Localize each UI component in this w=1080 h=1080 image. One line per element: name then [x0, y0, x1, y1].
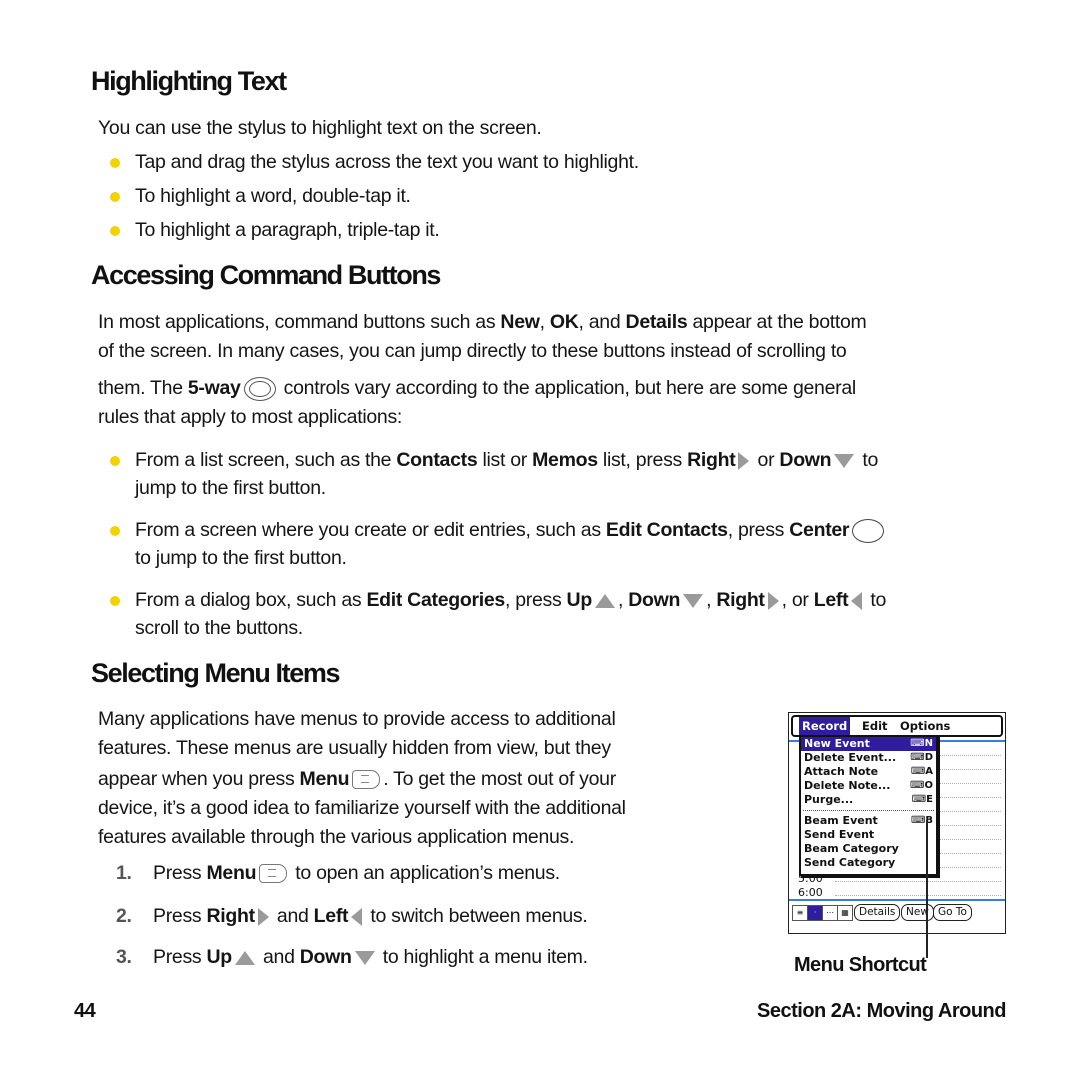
menu-item-send-category[interactable]: Send Category — [801, 856, 936, 870]
bullet-icon — [110, 456, 120, 466]
down-arrow-icon — [354, 950, 375, 965]
heading-command-buttons: Accessing Command Buttons — [91, 260, 441, 290]
menu-item-send-event[interactable]: Send Event — [801, 828, 936, 842]
time-label: 6:00 — [798, 886, 823, 899]
page-number: 44 — [74, 1000, 96, 1022]
bullet-icon — [110, 158, 120, 168]
command-buttons-paragraph: In most applications, command buttons su… — [98, 311, 867, 428]
up-arrow-icon — [594, 593, 615, 608]
intro-paragraph: You can use the stylus to highlight text… — [98, 117, 542, 139]
list-item: Tap and drag the stylus across the text … — [110, 148, 1010, 176]
menu-edit[interactable]: Edit — [859, 717, 891, 735]
menu-item-beam-category[interactable]: Beam Category — [801, 842, 936, 856]
step-item: 2. Press Right and Left to switch between… — [116, 905, 588, 927]
menu-shortcut-callout: Menu Shortcut — [794, 954, 927, 976]
center-button-icon — [852, 518, 885, 543]
details-button[interactable]: Details — [854, 904, 901, 921]
five-way-icon — [243, 376, 276, 401]
day-view-icon[interactable]: ≡ — [792, 905, 808, 921]
list-item: To highlight a word, double-tap it. — [110, 182, 1010, 210]
up-arrow-icon — [234, 950, 255, 965]
step-item: 3. Press Up and Down to highlight a menu … — [116, 946, 588, 968]
list-item: From a dialog box, such as Edit Categori… — [110, 586, 1010, 642]
menu-item-new-event[interactable]: New Event ⌨N — [801, 737, 936, 751]
device-button-bar: ≡ · ⋯ ▦ Details New Go To — [792, 903, 1002, 921]
menu-options[interactable]: Options — [897, 717, 953, 735]
record-menu-dropdown: New Event ⌨N Delete Event... ⌨D Attach Not… — [799, 735, 938, 876]
bullet-icon — [110, 226, 120, 236]
menu-key-icon — [259, 864, 288, 884]
menu-item-delete-note[interactable]: Delete Note... ⌨O — [801, 779, 936, 793]
down-arrow-icon — [834, 453, 855, 468]
menu-item-delete-event[interactable]: Delete Event... ⌨D — [801, 751, 936, 765]
section-title: Section 2A: Moving Around — [757, 1000, 1006, 1022]
heading-highlighting-text: Highlighting Text — [91, 66, 287, 96]
goto-button[interactable]: Go To — [933, 904, 972, 921]
bullet-icon — [110, 526, 120, 536]
menu-item-purge[interactable]: Purge... ⌨E — [801, 793, 936, 807]
list-item: From a screen where you create or edit e… — [110, 516, 1010, 572]
down-arrow-icon — [683, 593, 704, 608]
heading-menu-items: Selecting Menu Items — [91, 658, 340, 688]
bullet-icon — [110, 192, 120, 202]
menu-record[interactable]: Record — [799, 717, 851, 735]
new-button[interactable]: New — [901, 904, 934, 921]
menu-item-attach-note[interactable]: Attach Note ⌨A — [801, 765, 936, 779]
month-view-icon[interactable]: ▦ — [837, 905, 853, 921]
right-arrow-icon — [767, 591, 779, 610]
right-arrow-icon — [738, 451, 750, 470]
menu-item-beam-event[interactable]: Beam Event ⌨B — [801, 814, 936, 828]
step-item: 1. Press Menu to open an application’s me… — [116, 862, 560, 884]
menu-items-paragraph: Many applications have menus to provide … — [98, 708, 626, 848]
week-view-icon[interactable]: · — [807, 905, 823, 921]
list-item: To highlight a paragraph, triple-tap it. — [110, 216, 1010, 244]
bullet-icon — [110, 596, 120, 606]
menu-key-icon — [352, 770, 381, 790]
list-item: From a list screen, such as the Contacts… — [110, 446, 1010, 502]
left-arrow-icon — [851, 591, 863, 610]
device-screenshot: Record Edit Options 5:00 6:00 New Event ⌨… — [788, 712, 1006, 934]
menu-bar: Record Edit Options — [791, 715, 1003, 737]
left-arrow-icon — [351, 907, 363, 926]
list-view-icon[interactable]: ⋯ — [822, 905, 838, 921]
right-arrow-icon — [257, 907, 269, 926]
callout-line — [926, 820, 928, 958]
